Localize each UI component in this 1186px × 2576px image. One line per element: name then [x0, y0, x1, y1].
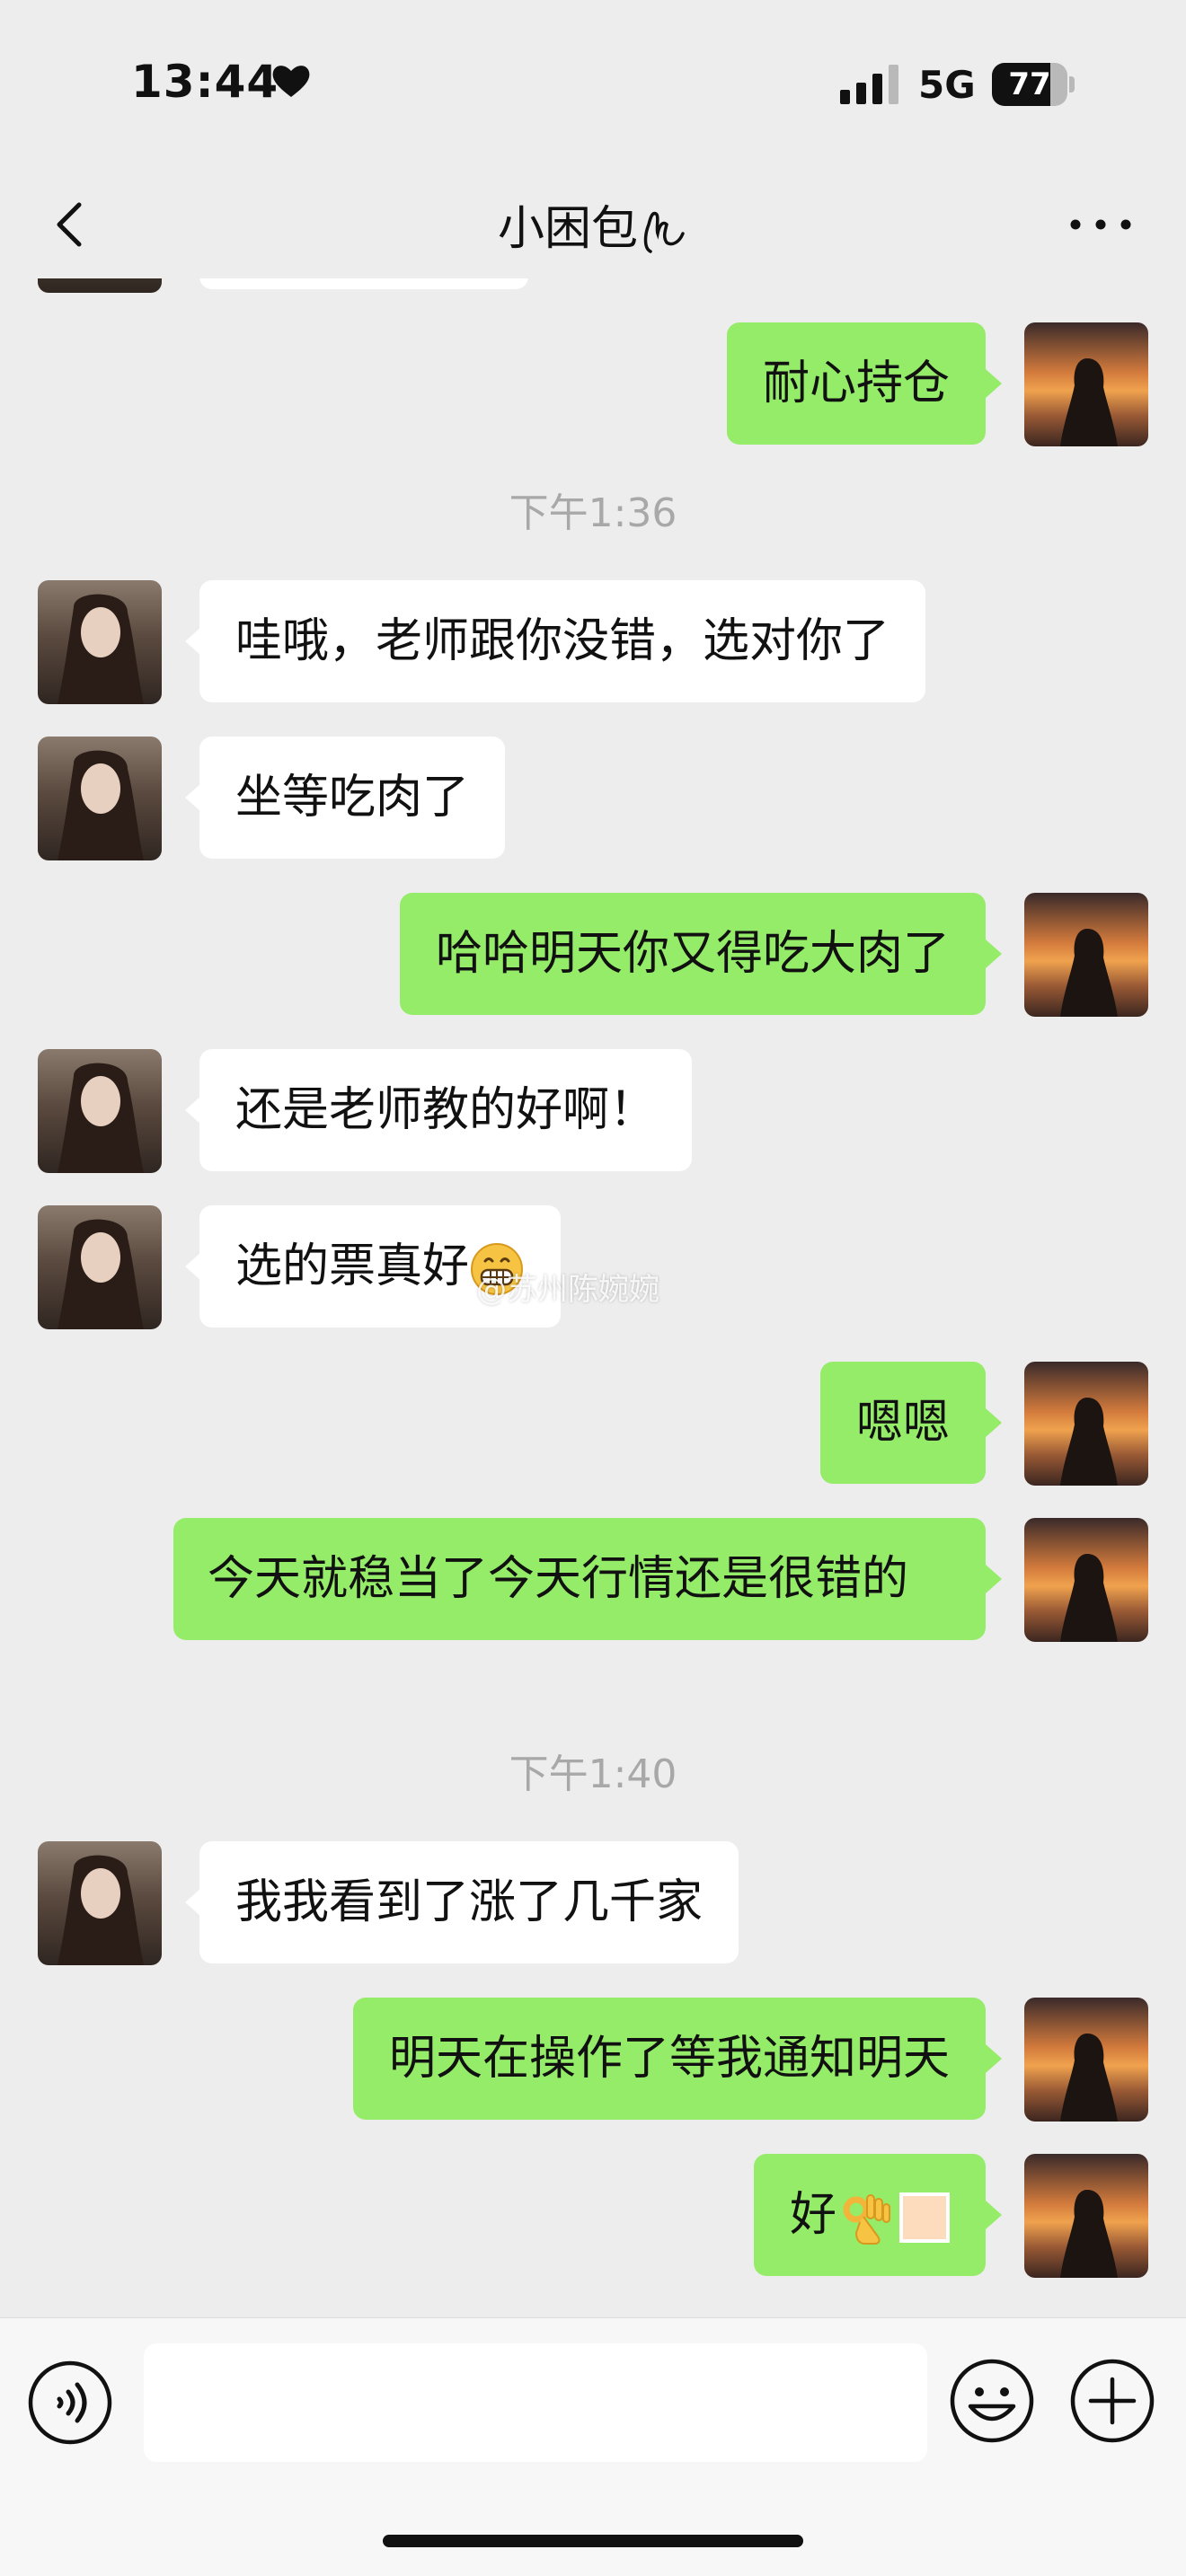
my-avatar[interactable] [1024, 893, 1148, 1017]
message-bubble-right[interactable]: 好 [753, 2154, 1003, 2276]
message-bubble-left[interactable]: 还是老师教的好啊！ [184, 1049, 693, 1171]
message-text: 嗯嗯 [855, 1396, 950, 1450]
avatar-image [1060, 1554, 1118, 1642]
my-avatar[interactable] [1024, 1998, 1148, 2122]
message-text: 选的票真好 [235, 1239, 470, 1293]
avatar-image [58, 1063, 144, 1173]
message-text: 今天就稳当了今天行情还是很错的 [208, 1552, 909, 1606]
message-text: 还是老师教的好啊！ [235, 1083, 657, 1137]
plus-icon[interactable] [1069, 2358, 1155, 2444]
voice-icon[interactable] [27, 2360, 113, 2446]
message-text: 耐心持仓 [762, 357, 950, 410]
contact-avatar[interactable] [38, 1205, 162, 1329]
message-text: 好 [789, 2188, 836, 2242]
contact-avatar[interactable] [38, 278, 162, 293]
avatar-image [58, 750, 144, 860]
more-icon[interactable] [1065, 207, 1137, 243]
ok-hand-emoji [843, 2194, 890, 2245]
network-type: 5G [918, 63, 976, 107]
my-avatar[interactable] [1024, 2154, 1148, 2278]
home-indicator[interactable] [383, 2535, 803, 2547]
timestamp: 下午1:40 [509, 1751, 677, 1797]
message-text: 明天在操作了等我通知明天 [388, 2032, 950, 2086]
message-bubble-left[interactable] [199, 278, 528, 289]
signal-icon [840, 65, 898, 104]
skin-tone-placeholder [899, 2192, 950, 2243]
avatar-image [1060, 358, 1118, 446]
my-avatar[interactable] [1024, 322, 1148, 446]
timestamp: 下午1:36 [509, 490, 677, 536]
avatar-image [1060, 2033, 1118, 2122]
contact-avatar[interactable] [38, 737, 162, 860]
message-bubble-right[interactable]: 今天就稳当了今天行情还是很错的 [173, 1518, 1002, 1640]
avatar-image [1060, 1398, 1118, 1486]
message-bubble-right[interactable]: 明天在操作了等我通知明天 [352, 1998, 1003, 2120]
message-bubble-right[interactable]: 嗯嗯 [819, 1362, 1003, 1484]
message-bubble-left[interactable]: 坐等吃肉了 [184, 737, 506, 859]
message-bubble-right[interactable]: 耐心持仓 [726, 322, 1003, 445]
battery-indicator: 77 [992, 63, 1075, 106]
status-bar: 13:44 5G 77 [0, 0, 1186, 171]
avatar-image [58, 1219, 144, 1329]
status-time: 13:44 [131, 56, 279, 108]
message-list[interactable]: 耐心持仓 下午1:36 哇哦，老师跟你没错，选对你了 坐等吃肉了 哈哈明天你又得… [0, 278, 1186, 2317]
chat-title-text: 小困包 [497, 202, 638, 256]
chat-header: 小困包 [0, 171, 1186, 278]
contact-avatar[interactable] [38, 1841, 162, 1965]
chat-title[interactable]: 小困包 [0, 190, 1186, 258]
avatar-image [1060, 929, 1118, 1017]
avatar-image [58, 594, 144, 704]
message-bubble-right[interactable]: 哈哈明天你又得吃大肉了 [399, 893, 1003, 1015]
battery-percent: 77 [1008, 66, 1051, 102]
heart-icon [272, 66, 310, 97]
title-decoration-icon [643, 211, 685, 253]
message-bubble-left[interactable]: 我我看到了涨了几千家 [184, 1841, 739, 1963]
contact-avatar[interactable] [38, 1049, 162, 1173]
message-text: 哈哈明天你又得吃大肉了 [435, 927, 950, 981]
my-avatar[interactable] [1024, 1518, 1148, 1642]
my-avatar[interactable] [1024, 1362, 1148, 1486]
battery-tip [1069, 76, 1075, 93]
contact-avatar[interactable] [38, 580, 162, 704]
message-bubble-left[interactable]: 哇哦，老师跟你没错，选对你了 [184, 580, 926, 702]
message-input[interactable] [144, 2343, 927, 2462]
emoji-icon[interactable] [949, 2358, 1035, 2444]
watermark: @苏州陈婉婉 [476, 1272, 659, 1308]
avatar-image [1060, 2190, 1118, 2278]
message-text: 哇哦，老师跟你没错，选对你了 [235, 614, 890, 668]
message-text: 坐等吃肉了 [235, 771, 470, 825]
message-text: 我我看到了涨了几千家 [235, 1875, 704, 1929]
battery-body: 77 [992, 63, 1067, 106]
avatar-image [58, 1855, 144, 1965]
